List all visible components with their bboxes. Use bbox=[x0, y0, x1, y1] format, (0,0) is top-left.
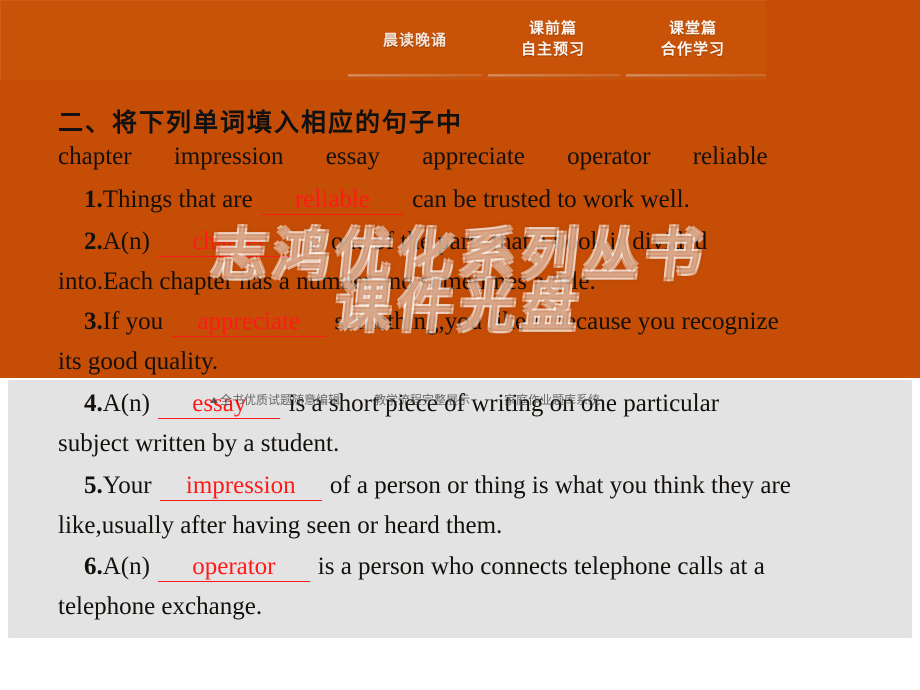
question-continuation: like,usually after having seen or heard … bbox=[58, 512, 503, 539]
question-item: 6.A(n) operator is a person who connects… bbox=[58, 547, 888, 627]
question-answer: impression bbox=[159, 472, 322, 501]
question-item: 3.If you appreciate something,you like i… bbox=[58, 302, 888, 382]
word-bank-item: reliable bbox=[692, 143, 768, 170]
slide-content: 二、将下列单词填入相应的句子中 chapter impression essay… bbox=[0, 0, 920, 690]
question-answer: appreciate bbox=[171, 308, 327, 337]
question-item: 2.A(n) chapter is one of the parts that … bbox=[58, 222, 888, 302]
word-bank-item: appreciate bbox=[422, 143, 525, 170]
slide-canvas: 晨读晚诵 课前篇 自主预习 课堂篇 合作学习 二、将下列单词填入相应的句子中 c… bbox=[0, 0, 920, 690]
question-continuation: telephone exchange. bbox=[58, 593, 263, 620]
question-number: 2. bbox=[84, 228, 103, 255]
question-number: 5. bbox=[84, 472, 103, 499]
question-number: 6. bbox=[84, 553, 103, 580]
question-answer: chapter bbox=[158, 228, 300, 257]
question-before: A(n) bbox=[102, 228, 150, 255]
question-after: can be trusted to work well. bbox=[412, 186, 690, 213]
question-answer: reliable bbox=[260, 186, 404, 215]
question-number: 3. bbox=[84, 308, 103, 335]
question-number: 4. bbox=[84, 390, 103, 417]
question-item: 1.Things that are reliable can be truste… bbox=[58, 180, 888, 220]
question-continuation: its good quality. bbox=[58, 348, 219, 375]
question-after: something,you like it because you recogn… bbox=[334, 308, 779, 335]
question-continuation: subject written by a student. bbox=[58, 430, 340, 457]
question-before: Things that are bbox=[102, 186, 253, 213]
word-bank-item: operator bbox=[567, 143, 651, 170]
question-answer: essay bbox=[158, 390, 281, 419]
question-before: A(n) bbox=[102, 553, 150, 580]
question-answer: operator bbox=[158, 553, 310, 582]
page-title: 二、将下列单词填入相应的句子中 bbox=[58, 109, 464, 137]
question-after: of a person or thing is what you think t… bbox=[329, 472, 791, 499]
question-item: 5.Your impression of a person or thing i… bbox=[58, 466, 888, 546]
word-bank: chapter impression essay appreciate oper… bbox=[58, 143, 878, 171]
question-after: is a short piece of writing on one parti… bbox=[288, 390, 720, 417]
question-before: Your bbox=[102, 472, 152, 499]
question-item: 4.A(n) essay is a short piece of writing… bbox=[58, 384, 888, 464]
question-before: If you bbox=[102, 308, 164, 335]
word-bank-item: essay bbox=[325, 143, 380, 170]
question-before: A(n) bbox=[102, 390, 150, 417]
word-bank-item: impression bbox=[173, 143, 284, 170]
question-after: is one of the parts that a book is divid… bbox=[308, 228, 708, 255]
word-bank-item: chapter bbox=[58, 143, 132, 170]
question-continuation: into.Each chapter has a number,and somet… bbox=[58, 268, 596, 295]
question-number: 1. bbox=[84, 186, 103, 213]
question-after: is a person who connects telephone calls… bbox=[317, 553, 765, 580]
